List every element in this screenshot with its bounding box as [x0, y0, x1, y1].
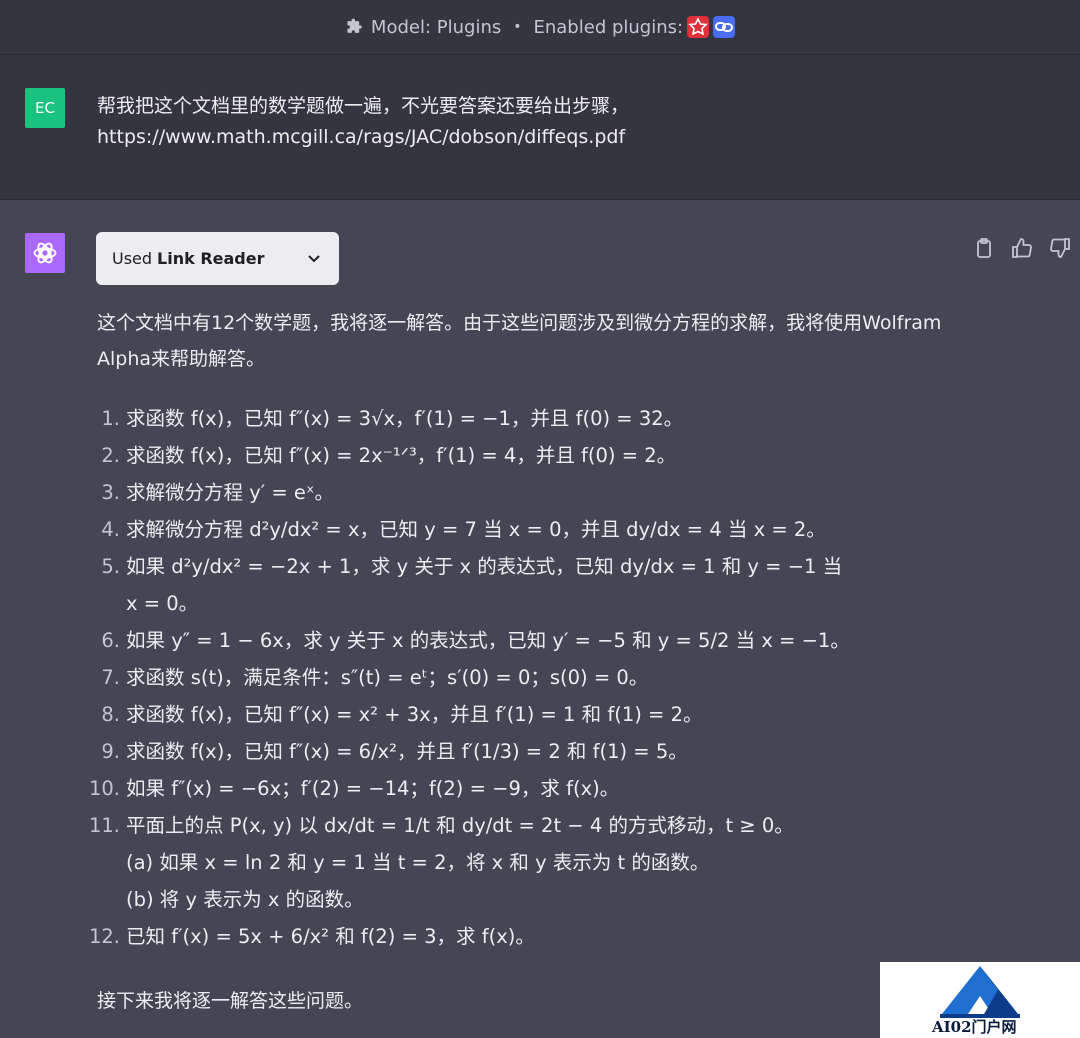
list-item: 10. 如果 f″(x) = −6x；f′(2) = −14；f(2) = −9，… — [80, 770, 960, 807]
item-text: (a) 如果 x = ln 2 和 y = 1 当 t = 2，将 x 和 y … — [126, 851, 710, 874]
item-number: 8. — [101, 703, 120, 726]
item-number: 6. — [101, 629, 120, 652]
item-text: 求解微分方程 d²y/dx² = x，已知 y = 7 当 x = 0，并且 d… — [126, 518, 826, 541]
item-text: 求函数 f(x)，已知 f″(x) = 3√x，f′(1) = −1，并且 f(… — [126, 407, 684, 430]
item-text: 求解微分方程 y′ = eˣ。 — [126, 481, 335, 504]
plugin-used-prefix: Used — [112, 249, 153, 268]
list-item: (a) 如果 x = ln 2 和 y = 1 当 t = 2，将 x 和 y … — [80, 844, 960, 881]
puzzle-icon — [347, 18, 362, 33]
user-avatar: EC — [25, 88, 65, 128]
item-text: 求函数 f(x)，已知 f″(x) = x² + 3x，并且 f′(1) = 1… — [126, 703, 703, 726]
list-item: 6. 如果 y″ = 1 − 6x，求 y 关于 x 的表达式，已知 y′ = −… — [80, 622, 960, 659]
list-item: 12. 已知 f′(x) = 5x + 6/x² 和 f(2) = 3，求 f(x… — [80, 918, 960, 955]
item-number: 5. — [101, 555, 120, 578]
plugin-used-dropdown[interactable]: Used Link Reader — [96, 232, 339, 285]
item-number: 7. — [101, 666, 120, 689]
user-message-link[interactable]: https://www.math.mcgill.ca/rags/JAC/dobs… — [97, 122, 997, 153]
item-number — [80, 881, 120, 918]
user-message: EC 帮我把这个文档里的数学题做一遍，不光要答案还要给出步骤， https://… — [0, 55, 1080, 200]
assistant-message: Used Link Reader 这个文档中有12个数学题，我将逐一解答。由于这… — [0, 200, 1080, 1038]
plugin-used-name: Link Reader — [157, 249, 265, 268]
item-number: 10. — [88, 777, 120, 800]
clipboard-icon[interactable] — [972, 236, 996, 260]
item-text: (b) 将 y 表示为 x 的函数。 — [126, 888, 364, 911]
chatgpt-logo-icon — [25, 233, 65, 273]
item-number: 1. — [101, 407, 120, 430]
item-number: 2. — [101, 444, 120, 467]
item-text: 已知 f′(x) = 5x + 6/x² 和 f(2) = 3，求 f(x)。 — [126, 925, 535, 948]
list-item: 3. 求解微分方程 y′ = eˣ。 — [80, 474, 960, 511]
item-text: 求函数 s(t)，满足条件：s″(t) = eᵗ；s′(0) = 0；s(0) … — [126, 666, 649, 689]
item-text: 平面上的点 P(x, y) 以 dx/dt = 1/t 和 dy/dt = 2t… — [126, 814, 794, 837]
link-reader-plugin-icon[interactable] — [713, 16, 736, 38]
model-label: Model: Plugins — [370, 16, 502, 38]
list-item: 2. 求函数 f(x)，已知 f″(x) = 2x⁻¹ᐟ³，f′(1) = 4，并… — [80, 437, 960, 474]
user-message-text: 帮我把这个文档里的数学题做一遍，不光要答案还要给出步骤， https://www… — [97, 91, 997, 153]
item-number: 11. — [88, 814, 120, 837]
watermark-text: AI02门户网 — [932, 1018, 1017, 1036]
list-item: 5. 如果 d²y/dx² = −2x + 1，求 y 关于 x 的表达式，已知 … — [80, 548, 960, 585]
assistant-intro: 这个文档中有12个数学题，我将逐一解答。由于这些问题涉及到微分方程的求解，我将使… — [97, 312, 942, 370]
item-number: 3. — [101, 481, 120, 504]
item-text: 如果 y″ = 1 − 6x，求 y 关于 x 的表达式，已知 y′ = −5 … — [126, 629, 850, 652]
list-item: 9. 求函数 f(x)，已知 f″(x) = 6/x²，并且 f′(1/3) = … — [80, 733, 960, 770]
wolfram-plugin-icon[interactable] — [687, 16, 710, 38]
list-item: 8. 求函数 f(x)，已知 f″(x) = x² + 3x，并且 f′(1) =… — [80, 696, 960, 733]
enabled-plugins-label: Enabled plugins: — [533, 16, 684, 38]
item-number — [80, 585, 120, 622]
item-text: x = 0。 — [126, 592, 199, 615]
list-item: 4. 求解微分方程 d²y/dx² = x，已知 y = 7 当 x = 0，并且… — [80, 511, 960, 548]
list-item: 11. 平面上的点 P(x, y) 以 dx/dt = 1/t 和 dy/dt =… — [80, 807, 960, 844]
chevron-down-icon — [308, 255, 320, 263]
list-item: x = 0。 — [80, 585, 960, 622]
thumbs-down-icon[interactable] — [1048, 236, 1072, 260]
watermark-a-icon — [940, 966, 1020, 1018]
item-number: 9. — [101, 740, 120, 763]
list-item: 7. 求函数 s(t)，满足条件：s″(t) = eᵗ；s′(0) = 0；s(0… — [80, 659, 960, 696]
separator-dot: • — [513, 19, 522, 35]
thumbs-up-icon[interactable] — [1010, 236, 1034, 260]
item-text: 如果 f″(x) = −6x；f′(2) = −14；f(2) = −9，求 f… — [126, 777, 620, 800]
assistant-outro: 接下来我将逐一解答这些问题。 — [97, 990, 364, 1012]
item-number: 12. — [88, 925, 120, 948]
question-list: 1. 求函数 f(x)，已知 f″(x) = 3√x，f′(1) = −1，并且 … — [80, 400, 960, 955]
item-number: 4. — [101, 518, 120, 541]
item-text: 求函数 f(x)，已知 f″(x) = 6/x²，并且 f′(1/3) = 2 … — [126, 740, 688, 763]
message-actions — [972, 236, 1072, 260]
item-text: 如果 d²y/dx² = −2x + 1，求 y 关于 x 的表达式，已知 dy… — [126, 555, 843, 578]
watermark-logo: AI02门户网 — [880, 962, 1080, 1038]
top-bar: Model: Plugins • Enabled plugins: — [0, 0, 1080, 55]
list-item: 1. 求函数 f(x)，已知 f″(x) = 3√x，f′(1) = −1，并且 … — [80, 400, 960, 437]
list-item: (b) 将 y 表示为 x 的函数。 — [80, 881, 960, 918]
item-number — [80, 844, 120, 881]
user-message-line: 帮我把这个文档里的数学题做一遍，不光要答案还要给出步骤， — [97, 95, 630, 117]
item-text: 求函数 f(x)，已知 f″(x) = 2x⁻¹ᐟ³，f′(1) = 4，并且 … — [126, 444, 677, 467]
